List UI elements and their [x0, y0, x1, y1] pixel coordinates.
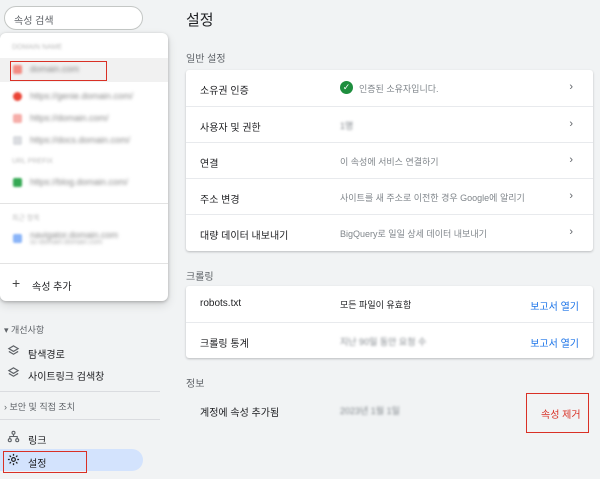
nav-item-sitelinks-searchbox[interactable]: 사이트링크 검색창	[0, 362, 143, 384]
favicon-icon	[13, 234, 22, 243]
chevron-right-icon: ›	[569, 81, 573, 93]
section-title-crawling: 크롤링	[186, 272, 214, 283]
section-title-general: 일반 설정	[186, 54, 226, 65]
property-item[interactable]: https://genie.domain.com/	[0, 85, 168, 109]
property-item[interactable]: https://blog.domain.com/	[0, 171, 168, 195]
nav-section-security[interactable]: › 보안 및 직접 조치	[4, 400, 75, 413]
highlight-box	[3, 451, 87, 473]
property-item-label: https://blog.domain.com/	[30, 177, 129, 187]
row-value: 모든 파일이 유효함	[340, 300, 412, 310]
dropdown-divider	[0, 203, 168, 204]
settings-row-change-address[interactable]: 주소 변경 사이트를 새 주소로 이전한 경우 Google에 알리기 ›	[186, 178, 593, 214]
nav-section-label: 보안 및 직접 조치	[9, 402, 75, 412]
sidebar: 속성 검색 DOMAIN NAME domain.com https://gen…	[0, 0, 168, 479]
row-label: 크롤링 통계	[200, 339, 249, 350]
nav-divider	[0, 419, 160, 420]
row-label: 사용자 및 권한	[200, 123, 261, 134]
row-value: 1명	[340, 121, 354, 131]
settings-row-users[interactable]: 사용자 및 권한 1명 ›	[186, 106, 593, 142]
crawling-card: robots.txt 모든 파일이 유효함 보고서 열기 크롤링 통계 지난 9…	[186, 286, 593, 358]
dropdown-divider	[0, 263, 168, 264]
property-search-input[interactable]: 속성 검색	[4, 6, 143, 30]
settings-row-ownership[interactable]: 소유권 인증 ✓ 인증된 소유자입니다. ›	[186, 70, 593, 106]
row-label: 주소 변경	[200, 195, 240, 206]
row-label: 계정에 속성 추가됨	[200, 408, 280, 419]
favicon-icon	[13, 114, 22, 123]
section-title-about: 정보	[186, 379, 205, 390]
property-item[interactable]: https://docs.domain.com/	[0, 129, 168, 153]
property-item-label: https://genie.domain.com/	[30, 91, 134, 101]
add-property-button[interactable]: + 속성 추가	[0, 271, 168, 297]
property-item-label: https://domain.com/	[30, 113, 109, 123]
row-value: 2023년 1월 1일	[340, 406, 400, 416]
row-label: robots.txt	[200, 298, 242, 309]
nav-item-label: 링크	[28, 436, 47, 447]
favicon-icon	[13, 178, 22, 187]
links-icon	[7, 430, 20, 443]
row-value: 지난 90일 동안 요청 수	[340, 337, 427, 347]
chevron-right-icon: ›	[569, 154, 573, 166]
highlight-box	[10, 61, 107, 81]
favicon-icon	[13, 92, 22, 101]
page-title: 설정	[186, 12, 214, 29]
property-item-sub: sc-domain:domain.com	[30, 239, 103, 246]
dropdown-group-label: 최근 항목	[12, 215, 40, 222]
row-label: 대량 데이터 내보내기	[200, 231, 289, 242]
property-item[interactable]: navigator.domain.com sc-domain:domain.co…	[0, 227, 168, 253]
row-value: 인증된 소유자입니다.	[359, 84, 439, 94]
nav-section-label: 개선사항	[11, 325, 45, 335]
plus-icon: +	[12, 275, 21, 291]
open-report-link[interactable]: 보고서 열기	[530, 335, 579, 350]
property-item[interactable]: https://domain.com/	[0, 107, 168, 131]
crawl-row-robots: robots.txt 모든 파일이 유효함 보고서 열기	[186, 286, 593, 322]
nav-section-improvements[interactable]: ▾ 개선사항	[4, 323, 44, 336]
row-value: BigQuery로 일일 상세 데이터 내보내기	[340, 229, 487, 239]
general-settings-card: 소유권 인증 ✓ 인증된 소유자입니다. › 사용자 및 권한 1명 › 연결 …	[186, 70, 593, 251]
dropdown-group-label: DOMAIN NAME	[12, 44, 63, 51]
layers-icon	[7, 345, 20, 355]
nav-item-label: 탐색경로	[28, 350, 65, 361]
settings-row-bulk-export[interactable]: 대량 데이터 내보내기 BigQuery로 일일 상세 데이터 내보내기 ›	[186, 214, 593, 250]
row-value: 이 속성에 서비스 연결하기	[340, 157, 439, 167]
row-value: 사이트를 새 주소로 이전한 경우 Google에 알리기	[340, 193, 525, 203]
nav-divider	[0, 391, 160, 392]
chevron-right-icon: ›	[569, 118, 573, 130]
nav-item-label: 사이트링크 검색창	[28, 372, 105, 383]
favicon-icon	[13, 136, 22, 145]
chevron-right-icon: ›	[569, 226, 573, 238]
check-circle-icon: ✓	[340, 81, 353, 94]
row-label: 소유권 인증	[200, 86, 249, 97]
crawl-row-stats: 크롤링 통계 지난 90일 동안 요청 수 보고서 열기	[186, 322, 593, 358]
nav-item-links[interactable]: 링크	[0, 426, 143, 448]
property-item-label: https://docs.domain.com/	[30, 135, 131, 145]
highlight-box	[526, 393, 589, 433]
chevron-right-icon: ›	[569, 190, 573, 202]
settings-row-associations[interactable]: 연결 이 속성에 서비스 연결하기 ›	[186, 142, 593, 178]
layers-icon	[7, 367, 20, 377]
open-report-link[interactable]: 보고서 열기	[530, 298, 579, 313]
dropdown-group-label: URL PREFIX	[12, 158, 53, 165]
nav-item-breadcrumbs[interactable]: 탐색경로	[0, 340, 143, 362]
row-label: 연결	[200, 159, 219, 170]
